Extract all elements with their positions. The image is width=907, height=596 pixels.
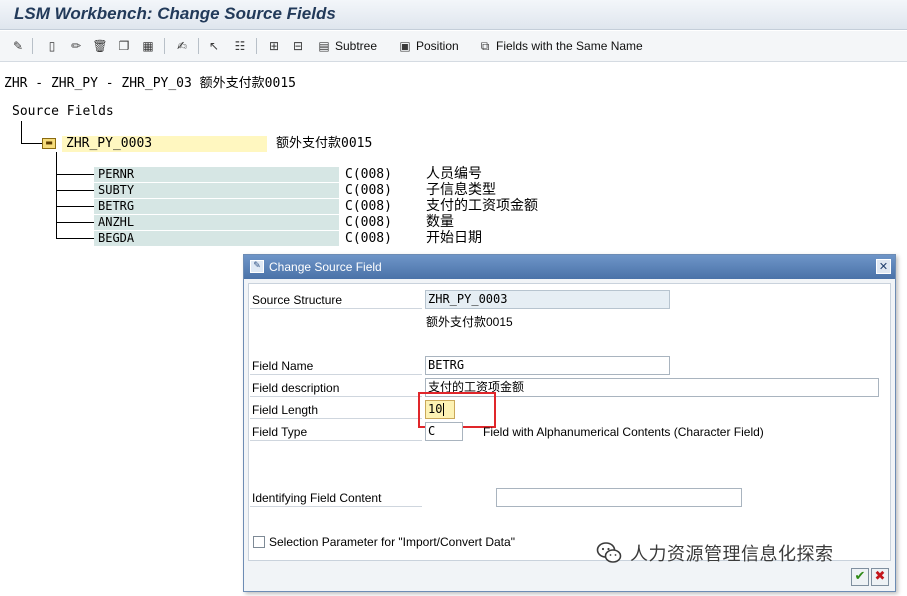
identifying-content-label: Identifying Field Content: [250, 490, 422, 507]
subtree-button-label: Subtree: [335, 39, 378, 53]
cancel-x-icon: ✖: [874, 569, 886, 584]
field-type-label: Field Type: [250, 424, 422, 441]
hierarchy-icon: ☷: [234, 39, 246, 53]
delete-button[interactable]: 🗑: [92, 37, 108, 55]
cancel-button[interactable]: ✖: [871, 568, 889, 586]
source-structure-label: Source Structure: [250, 292, 422, 309]
field-description: 支付的工资项金额: [426, 198, 538, 214]
field-type-description: Field with Alphanumerical Contents (Char…: [483, 425, 764, 439]
window-title-bar: LSM Workbench: Change Source Fields: [0, 0, 907, 30]
tree-connector: [56, 190, 94, 191]
tree-field-row[interactable]: BETRG C(008) 支付的工资项金额: [94, 198, 614, 215]
tree-connector: [21, 143, 42, 144]
tree-field-row[interactable]: PERNR C(008) 人员编号: [94, 166, 614, 183]
fields-icon: ⧉: [480, 39, 490, 53]
field-description: 子信息类型: [426, 182, 496, 198]
glasses-pencil-icon: ✎: [12, 39, 24, 53]
field-name[interactable]: PERNR: [94, 167, 339, 182]
field-description: 数量: [426, 214, 454, 230]
collapse-tree-icon: ⊟: [292, 39, 304, 53]
tree-structure-node[interactable]: ZHR_PY_0003: [62, 136, 267, 152]
source-structure-description: 额外支付款0015: [426, 315, 513, 329]
identifying-content-input[interactable]: [496, 488, 742, 507]
create-button[interactable]: ▯: [44, 37, 60, 55]
tree-structure-description: 额外支付款0015: [276, 136, 373, 151]
edit-button[interactable]: ✍: [174, 37, 190, 55]
toolbar-separator: [164, 38, 165, 54]
watermark: 人力资源管理信息化探索: [596, 540, 834, 566]
tree-field-row[interactable]: BEGDA C(008) 开始日期: [94, 230, 614, 247]
toolbar-separator: [198, 38, 199, 54]
field-type-input[interactable]: C: [425, 422, 463, 441]
tree-root-label: Source Fields: [12, 104, 114, 119]
tree-connector: [21, 121, 22, 144]
same-name-fields-button[interactable]: ⧉ Fields with the Same Name: [477, 37, 643, 55]
confirm-button[interactable]: ✔: [851, 568, 869, 586]
field-length-label: Field Length: [250, 402, 422, 419]
cursor-select-icon: ↖: [208, 39, 220, 53]
tree-connector: [56, 174, 94, 175]
expand-button[interactable]: ⊞: [266, 37, 282, 55]
field-name[interactable]: BEGDA: [94, 231, 339, 246]
position-button[interactable]: ▣ Position: [397, 37, 459, 55]
subtree-button[interactable]: ▤ Subtree: [316, 37, 377, 55]
watermark-text: 人力资源管理信息化探索: [630, 544, 834, 565]
toolbar-separator: [32, 38, 33, 54]
edit-dialog-icon: ✎: [250, 260, 264, 273]
tree-connector: [56, 238, 94, 239]
table-button[interactable]: ▦: [140, 37, 156, 55]
window-title: LSM Workbench: Change Source Fields: [14, 4, 336, 23]
dialog-body: Source Structure ZHR_PY_0003 额外支付款0015 F…: [248, 283, 891, 561]
tree-connector: [56, 206, 94, 207]
new-page-icon: ▯: [48, 39, 56, 53]
display-change-button[interactable]: ✎: [10, 37, 26, 55]
field-type: C(008): [345, 215, 392, 230]
checkmark-icon: ✔: [854, 569, 866, 584]
field-name[interactable]: ANZHL: [94, 215, 339, 230]
field-name[interactable]: SUBTY: [94, 183, 339, 198]
field-description-label: Field description: [250, 380, 422, 397]
select-button[interactable]: ↖: [206, 37, 222, 55]
field-description: 人员编号: [426, 166, 482, 182]
subtree-icon: ▤: [318, 39, 330, 53]
pencil-icon: ✏: [70, 39, 82, 53]
toolbar-separator: [256, 38, 257, 54]
application-toolbar: ✎ ▯ ✏ 🗑 ❐ ▦ ✍ ↖ ☷ ⊞ ⊟ ▤ Subtree ▣ Positi…: [0, 31, 907, 62]
position-button-label: Position: [416, 39, 459, 53]
field-type: C(008): [345, 199, 392, 214]
copy-icon: ❐: [118, 39, 130, 53]
field-name-input[interactable]: BETRG: [425, 356, 670, 375]
selection-parameter-checkbox[interactable]: [253, 536, 265, 548]
change-button[interactable]: ✏: [68, 37, 84, 55]
dialog-footer: ✔ ✖: [244, 565, 895, 591]
trash-icon: 🗑: [92, 39, 108, 53]
same-name-fields-label: Fields with the Same Name: [496, 39, 643, 53]
field-type: C(008): [345, 183, 392, 198]
close-icon[interactable]: ✕: [876, 259, 891, 274]
field-type: C(008): [345, 167, 392, 182]
field-type: C(008): [345, 231, 392, 246]
collapse-button[interactable]: ⊟: [290, 37, 306, 55]
field-name[interactable]: BETRG: [94, 199, 339, 214]
position-icon: ▣: [399, 39, 411, 53]
tree-connector: [56, 152, 57, 238]
folder-icon[interactable]: ▬: [42, 138, 56, 149]
object-path: ZHR - ZHR_PY - ZHR_PY_03 额外支付款0015: [4, 76, 296, 91]
expand-tree-icon: ⊞: [268, 39, 280, 53]
copy-button[interactable]: ❐: [116, 37, 132, 55]
wechat-logo-icon: [596, 541, 622, 565]
field-name-label: Field Name: [250, 358, 422, 375]
tree-field-row[interactable]: SUBTY C(008) 子信息类型: [94, 182, 614, 199]
edit-form-icon: ✍: [176, 39, 188, 53]
tree-connector: [56, 222, 94, 223]
structure-button[interactable]: ☷: [232, 37, 248, 55]
dialog-title: Change Source Field: [269, 260, 382, 274]
field-description: 开始日期: [426, 230, 482, 246]
tree-field-row[interactable]: ANZHL C(008) 数量: [94, 214, 614, 231]
source-structure-field: ZHR_PY_0003: [425, 290, 670, 309]
selection-parameter-label: Selection Parameter for "Import/Convert …: [269, 535, 515, 549]
table-grid-icon: ▦: [142, 39, 154, 53]
dialog-title-bar[interactable]: ✎ Change Source Field ✕: [244, 255, 895, 279]
